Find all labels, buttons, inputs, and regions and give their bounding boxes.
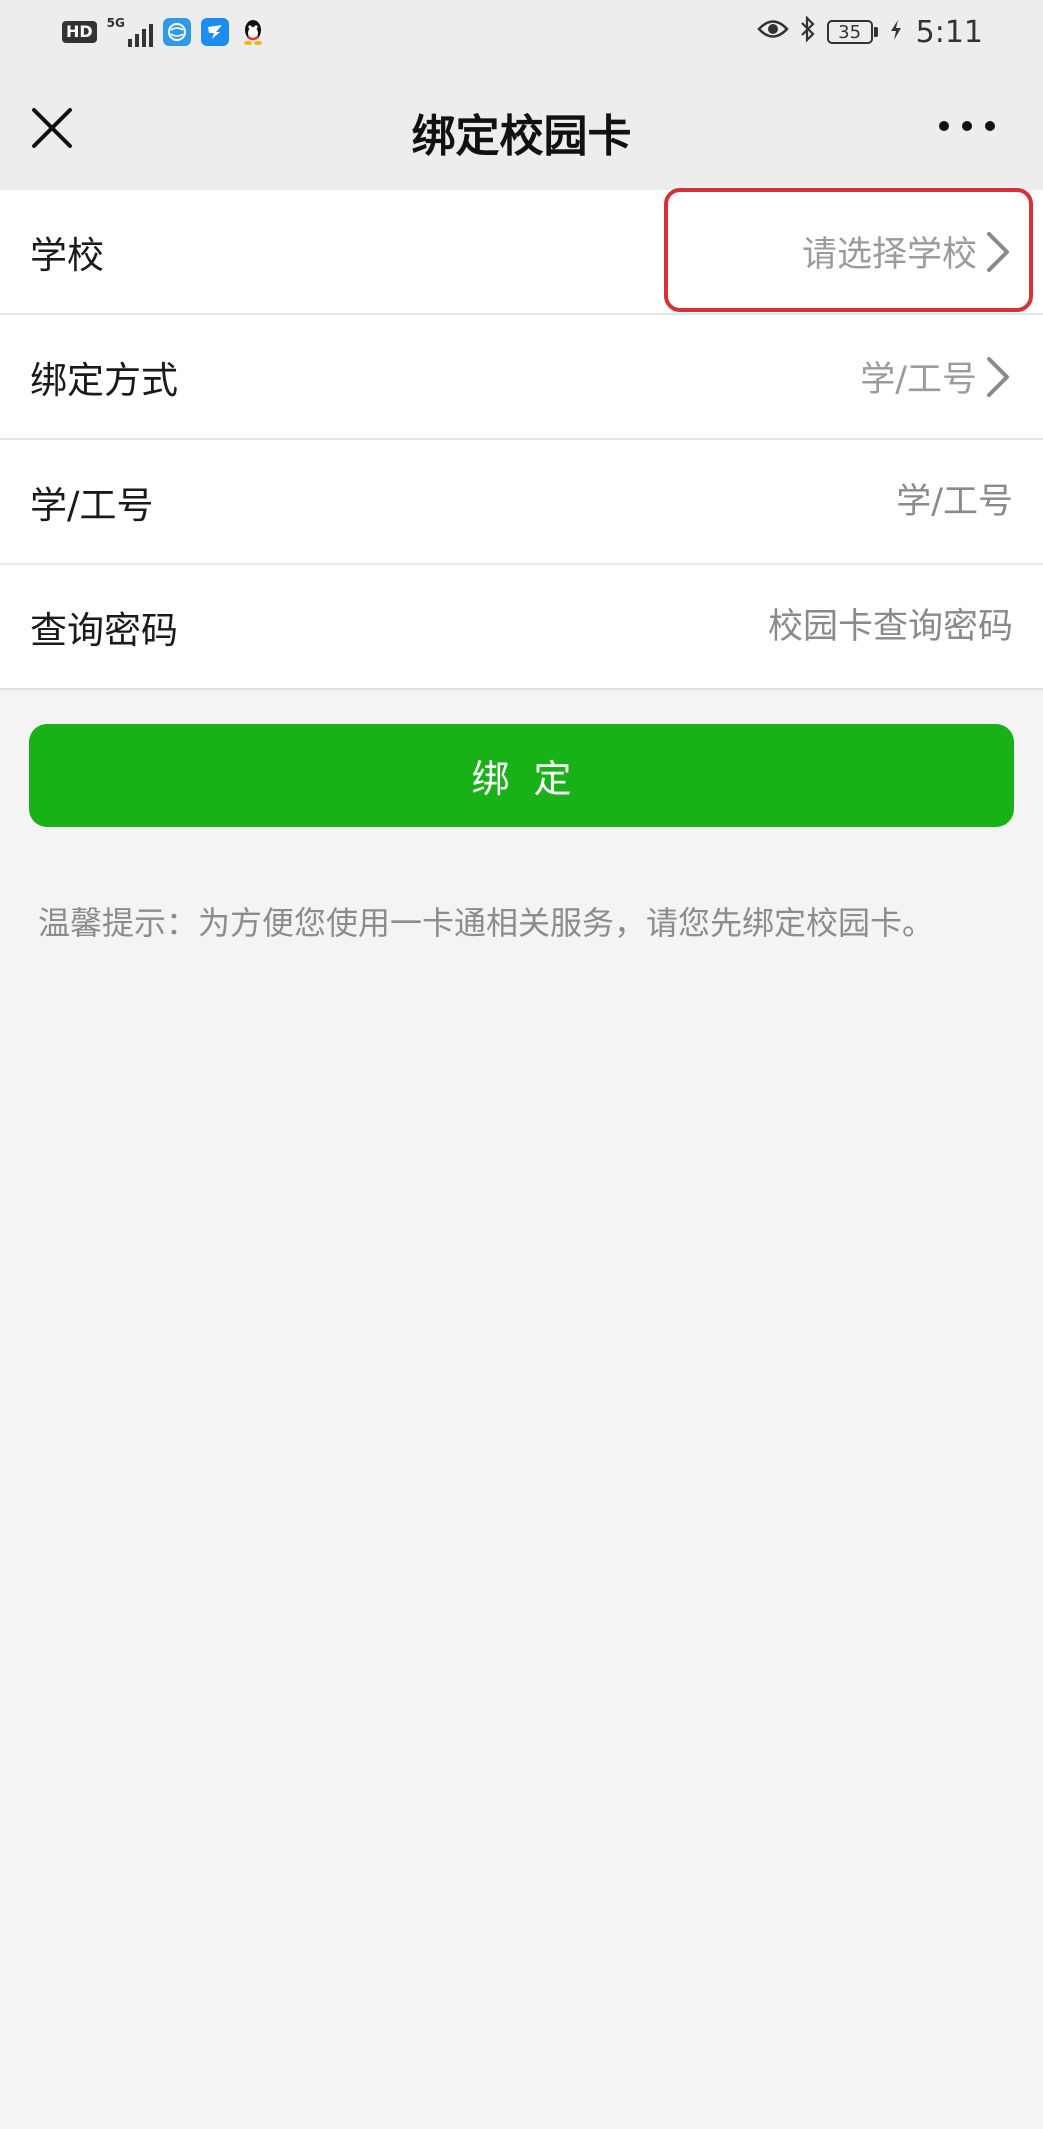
bind-method-label: 绑定方式: [30, 358, 178, 402]
status-time: 5:11: [915, 14, 983, 50]
bind-form: 学校 请选择学校 绑定方式 学/工号 学/工号 查询密码: [0, 190, 1043, 690]
password-row: 查询密码: [0, 565, 1043, 690]
status-bar-right: 35 5:11: [756, 14, 983, 50]
student-id-input[interactable]: [593, 481, 1013, 522]
network-type-label: 5G: [106, 16, 125, 30]
dingtalk-app-icon: [200, 18, 229, 46]
bind-method-select[interactable]: 学/工号: [860, 351, 1013, 402]
nav-bar: 绑定校园卡: [0, 64, 1043, 190]
qq-app-icon: [239, 18, 267, 46]
chevron-right-icon: [987, 356, 1009, 397]
password-input[interactable]: [593, 606, 1013, 647]
eye-icon: [756, 17, 789, 47]
status-bar-left: HD 5G: [62, 17, 267, 47]
tip-text: 温馨提示：为方便您使用一卡通相关服务，请您先绑定校园卡。: [38, 904, 935, 942]
bind-method-row[interactable]: 绑定方式 学/工号: [0, 315, 1043, 440]
student-id-label: 学/工号: [30, 483, 154, 527]
more-options-icon[interactable]: [939, 118, 995, 134]
battery-level: 35: [826, 20, 873, 44]
password-label: 查询密码: [30, 608, 178, 652]
bluetooth-icon: [799, 15, 817, 49]
charging-icon: [890, 19, 902, 46]
signal-icon: 5G: [107, 17, 153, 47]
school-select-value: 请选择学校: [801, 235, 977, 275]
school-label: 学校: [30, 233, 104, 277]
school-select[interactable]: 请选择学校: [802, 226, 1013, 277]
page-title: 绑定校园卡: [411, 111, 632, 162]
school-row[interactable]: 学校 请选择学校: [0, 190, 1043, 315]
student-id-row: 学/工号: [0, 440, 1043, 565]
globe-app-icon: [162, 18, 191, 46]
battery-icon: 35: [826, 20, 878, 44]
bind-button[interactable]: 绑定: [29, 724, 1014, 827]
hd-badge: HD: [62, 21, 97, 43]
bind-method-value: 学/工号: [860, 360, 977, 400]
status-bar: HD 5G 35 5:11: [0, 0, 1043, 64]
chevron-right-icon: [987, 231, 1009, 272]
